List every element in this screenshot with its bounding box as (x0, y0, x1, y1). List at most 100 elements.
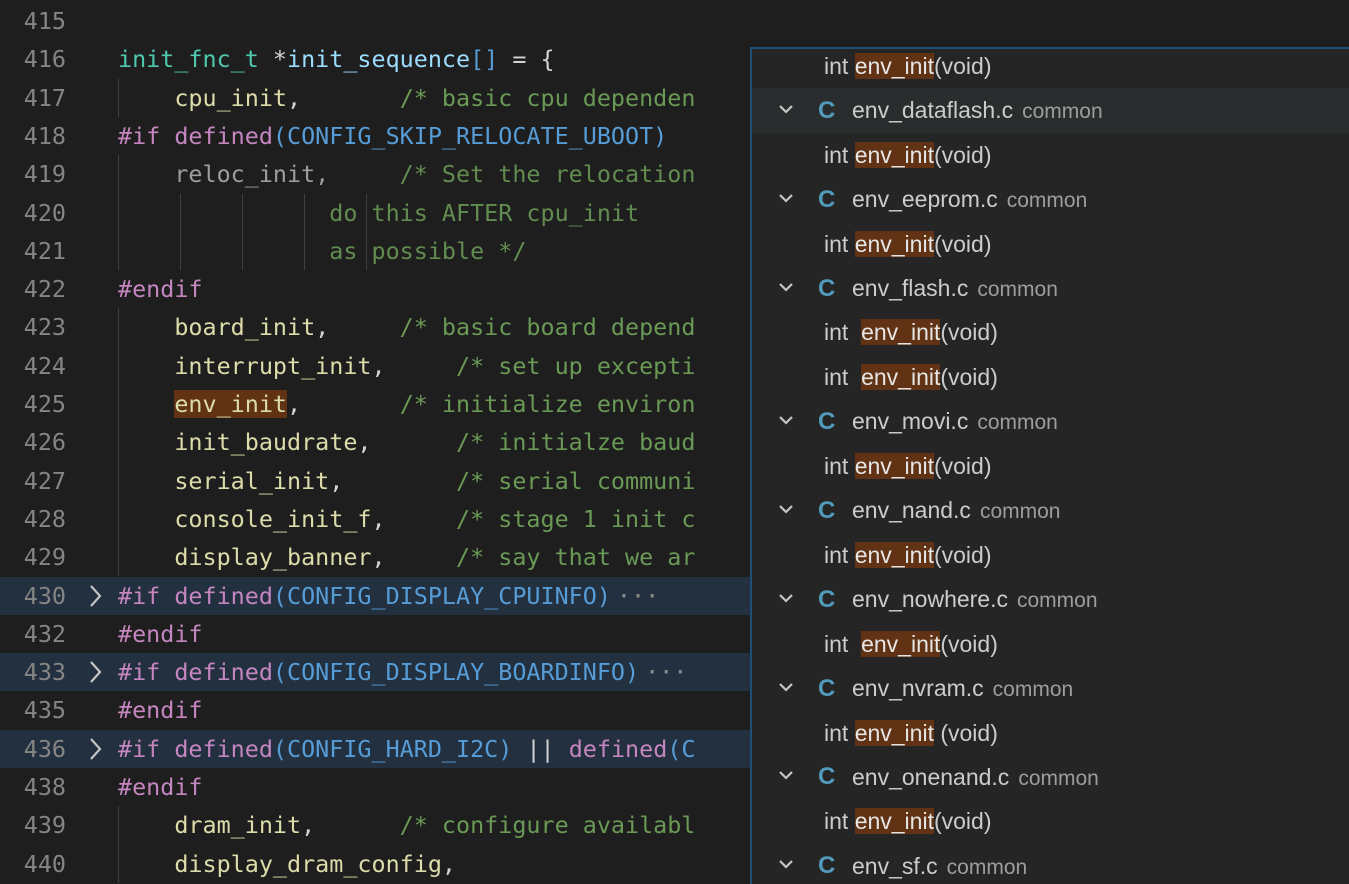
code-line[interactable]: 416 init_fnc_t *init_sequence[] = { (0, 40, 750, 78)
reference-file-row[interactable]: Cenv_flash.c common (752, 266, 1349, 311)
reference-file-row[interactable]: Cenv_dataflash.c common (752, 88, 1349, 133)
file-directory: common (1022, 100, 1103, 124)
code-line[interactable]: 427 serial_init, /* serial communi (0, 462, 750, 500)
match-suffix: (void) (933, 719, 998, 746)
code-line[interactable]: 417 cpu_init, /* basic cpu dependen (0, 79, 750, 117)
file-name: env_flash.c common (852, 275, 1058, 302)
reference-file-row[interactable]: Cenv_nvram.c common (752, 666, 1349, 711)
function-ref[interactable]: board_init (174, 313, 315, 341)
line-code: init_baudrate, /* initialze baud (118, 423, 695, 461)
folded-ellipsis[interactable]: ··· (617, 582, 659, 610)
reference-file-row[interactable]: Cenv_nand.c common (752, 489, 1349, 534)
pointer-star: * (258, 45, 287, 74)
reference-match-row[interactable]: int env_init(void) (752, 49, 1349, 89)
chevron-down-icon[interactable] (776, 755, 796, 799)
code-line[interactable]: 430 #if defined(CONFIG_DISPLAY_CPUINFO) ··… (0, 576, 750, 615)
chevron-down-icon[interactable] (776, 489, 796, 533)
code-line[interactable]: 433 #if defined(CONFIG_DISPLAY_BOARDINFO)… (0, 653, 750, 692)
line-number: 417 (23, 83, 66, 112)
references-peek-panel[interactable]: int env_init(void) Cenv_dataflash.c common… (750, 47, 1349, 884)
line-number: 424 (23, 351, 66, 380)
function-ref[interactable]: env_init (174, 390, 288, 418)
reference-match-row[interactable]: int env_init(void) (752, 444, 1349, 489)
reference-match-row[interactable]: int env_init(void) (752, 800, 1349, 845)
chevron-down-icon[interactable] (776, 400, 796, 444)
chevron-down-icon[interactable] (776, 267, 796, 311)
reference-match-row[interactable]: int env_init(void) (752, 533, 1349, 578)
chevron-right-icon[interactable] (84, 653, 106, 691)
paren: ) (625, 658, 640, 687)
chevron-down-icon[interactable] (776, 844, 796, 884)
code-line[interactable]: 425 env_init, /* initialize environ (0, 385, 750, 423)
folded-ellipsis[interactable]: ··· (645, 658, 687, 686)
reference-match-row[interactable]: int env_init(void) (752, 133, 1349, 178)
code-line[interactable]: 439 dram_init, /* configure availabl (0, 806, 750, 844)
chevron-down-icon[interactable] (776, 178, 796, 222)
reference-file-row[interactable]: Cenv_eeprom.c common (752, 177, 1349, 222)
reference-file-row[interactable]: Cenv_sf.c common (752, 844, 1349, 884)
chevron-down-icon[interactable] (776, 89, 796, 133)
code-line[interactable]: 420 do this AFTER cpu_init (0, 194, 750, 232)
match-suffix: (void) (933, 52, 992, 79)
code-line[interactable]: 424 interrupt_init, /* set up excepti (0, 347, 750, 385)
defined-keyword: defined (174, 658, 273, 687)
function-ref[interactable]: display_dram_config (174, 850, 442, 878)
code-line[interactable]: 422 #endif (0, 270, 750, 308)
match-prefix: int (824, 141, 855, 168)
code-line[interactable]: 428 console_init_f, /* stage 1 init c (0, 500, 750, 538)
function-ref[interactable]: reloc_init (174, 160, 315, 188)
file-name-text: env_sf.c (852, 852, 938, 879)
code-line[interactable]: 423 board_init, /* basic board depend (0, 308, 750, 346)
reference-file-row[interactable]: Cenv_onenand.c common (752, 755, 1349, 800)
preprocessor-directive: #endif (118, 619, 203, 648)
chevron-down-icon[interactable] (776, 578, 796, 622)
match-suffix: (void) (933, 808, 992, 835)
reference-match-row[interactable]: int env_init(void) (752, 311, 1349, 356)
match-text: int env_init(void) (824, 141, 991, 169)
reference-match-row[interactable]: int env_init (void) (752, 711, 1349, 756)
function-ref[interactable]: console_init_f (174, 505, 371, 533)
reference-file-row[interactable]: Cenv_nowhere.c common (752, 577, 1349, 622)
function-ref[interactable]: serial_init (174, 467, 329, 495)
code-line[interactable]: 438 #endif (0, 768, 750, 806)
match-highlight: env_init (854, 141, 934, 168)
comment: /* basic board depend (399, 313, 696, 342)
reference-match-row[interactable]: int env_init(void) (752, 355, 1349, 400)
function-ref[interactable]: dram_init (174, 811, 301, 839)
code-line[interactable]: 429 display_banner, /* say that we ar (0, 538, 750, 576)
line-code: console_init_f, /* stage 1 init c (118, 500, 695, 538)
code-line[interactable]: 421 as possible */ (0, 232, 750, 270)
code-line[interactable]: 432 #endif (0, 615, 750, 653)
match-suffix: (void) (933, 541, 992, 568)
function-ref[interactable]: cpu_init (174, 84, 287, 112)
function-ref[interactable]: init_baudrate (174, 428, 357, 456)
reference-match-row[interactable]: int env_init(void) (752, 222, 1349, 267)
code-line[interactable]: 436 #if defined(CONFIG_HARD_I2C) || defin… (0, 729, 750, 768)
code-line[interactable]: 418 #if defined(CONFIG_SKIP_RELOCATE_UBOO… (0, 117, 750, 155)
match-text: int env_init(void) (824, 230, 991, 258)
function-ref[interactable]: interrupt_init (174, 352, 371, 380)
chevron-right-icon[interactable] (84, 730, 106, 768)
line-number: 423 (23, 313, 66, 342)
reference-match-row[interactable]: int env_init(void) (752, 622, 1349, 667)
code-line[interactable]: 415 (0, 2, 750, 40)
chevron-down-icon[interactable] (776, 667, 796, 711)
file-name-text: env_flash.c (852, 275, 969, 301)
separator: , (357, 428, 456, 457)
c-file-icon: C (818, 496, 836, 524)
separator: , (371, 351, 456, 380)
code-line[interactable]: 435 #endif (0, 691, 750, 729)
code-line[interactable]: 440 display_dram_config, (0, 845, 750, 883)
file-directory: common (979, 500, 1061, 524)
code-line[interactable]: 426 init_baudrate, /* initialze baud (0, 423, 750, 461)
separator: , (329, 466, 456, 495)
separator: , (301, 811, 400, 840)
chevron-right-icon[interactable] (84, 577, 106, 615)
defined-keyword: defined (174, 581, 273, 610)
match-prefix: int (824, 630, 862, 657)
reference-file-row[interactable]: Cenv_movi.c common (752, 400, 1349, 445)
line-number: 415 (23, 7, 66, 35)
match-prefix: int (824, 452, 855, 479)
code-line[interactable]: 419 reloc_init, /* Set the relocation (0, 155, 750, 193)
function-ref[interactable]: display_banner (174, 543, 371, 571)
